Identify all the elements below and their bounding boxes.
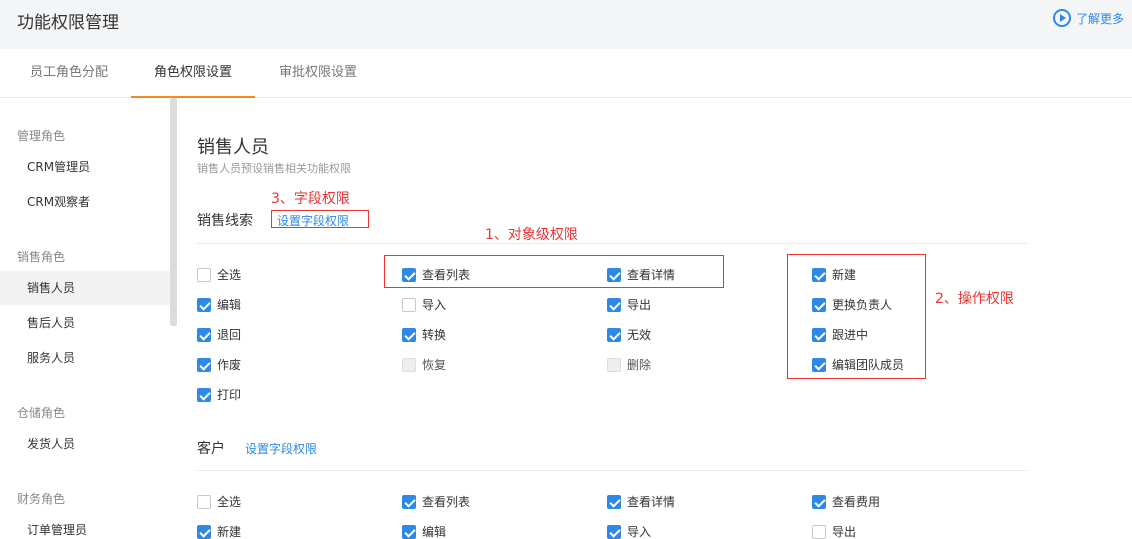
permission-checkbox: 删除 [607,356,651,373]
permission-checkbox[interactable]: 转换 [402,326,446,343]
checkmark-icon [607,327,621,342]
sidebar-item-order-admin[interactable]: 订单管理员 [0,513,170,539]
divider [197,470,1027,471]
permission-checkbox[interactable]: 退回 [197,326,241,343]
sidebar-group-label: 管理角色 [17,129,66,143]
checkmark-icon [402,327,416,342]
permission-label: 删除 [627,358,652,372]
checkmark-icon [402,524,416,539]
annotation-box-operation [787,254,926,379]
permission-checkbox[interactable]: 无效 [607,326,651,343]
sidebar-group-label: 财务角色 [17,492,66,506]
page: 功能权限管理 了解更多 员工角色分配 角色权限设置 审批权限设置 管理角色 CR… [0,0,1132,539]
permission-label: 编辑 [217,298,242,312]
sidebar-group-label: 仓储角色 [17,406,66,420]
tab-employee-role[interactable]: 员工角色分配 [14,49,124,98]
annotation-object-permission: 1、对象级权限 [485,227,578,243]
permission-label: 查看详情 [627,495,676,509]
tab-approval-permission[interactable]: 审批权限设置 [263,49,373,98]
permission-label: 导入 [422,298,447,312]
checkbox-empty-icon [402,357,416,372]
permission-checkbox[interactable]: 新建 [197,523,241,539]
tab-role-permission[interactable]: 角色权限设置 [131,49,255,98]
permission-label: 导出 [627,298,652,312]
permission-label: 查看费用 [832,495,881,509]
checkmark-icon [197,387,211,402]
sidebar-item-service[interactable]: 服务人员 [0,341,170,375]
permission-label: 全选 [217,495,242,509]
page-title: 功能权限管理 [17,13,119,33]
annotation-box-object [384,255,724,288]
annotation-operation-permission: 2、操作权限 [935,291,1014,307]
permission-label: 编辑 [422,525,447,539]
permission-checkbox[interactable]: 打印 [197,386,241,403]
permission-checkbox: 恢复 [402,356,446,373]
checkbox-empty-icon [197,267,211,282]
permission-label: 新建 [217,525,242,539]
play-circle-icon [1052,9,1071,27]
divider [197,243,1027,244]
permission-label: 恢复 [422,358,447,372]
permission-label: 打印 [217,388,242,402]
checkbox-empty-icon [197,494,211,509]
checkmark-icon [197,357,211,372]
checkmark-icon [812,494,826,509]
sidebar-item-after-sales[interactable]: 售后人员 [0,306,170,340]
permission-label: 退回 [217,328,242,342]
checkbox-empty-icon [812,524,826,539]
checkmark-icon [607,494,621,509]
permission-checkbox[interactable]: 导出 [607,296,651,313]
permission-checkbox[interactable]: 查看详情 [607,493,675,510]
permission-label: 查看列表 [422,495,471,509]
permission-panel: 销售人员 销售人员预设销售相关功能权限 销售线索 设置字段权限 全选 查看列表 查看… [177,98,1132,539]
section-title-leads: 销售线索 [197,213,253,229]
permission-checkbox[interactable]: 查看费用 [812,493,880,510]
learn-more-link[interactable]: 了解更多 [1052,9,1124,27]
sidebar-item-crm-admin[interactable]: CRM管理员 [0,150,170,184]
permission-checkbox[interactable]: 作废 [197,356,241,373]
checkmark-icon [607,524,621,539]
permission-checkbox[interactable]: 导出 [812,523,856,539]
annotation-box-field [271,210,369,228]
field-permission-link[interactable]: 设置字段权限 [245,440,317,457]
permission-checkbox[interactable]: 编辑 [402,523,446,539]
role-sidebar: 管理角色 CRM管理员 CRM观察者 销售角色 销售人员 售后人员 服务人员 仓… [0,98,170,539]
permission-checkbox[interactable]: 全选 [197,493,241,510]
permission-label: 作废 [217,358,242,372]
permission-checkbox[interactable]: 导入 [402,296,446,313]
sidebar-item-shipping[interactable]: 发货人员 [0,427,170,461]
role-description: 销售人员预设销售相关功能权限 [197,162,351,175]
permission-checkbox[interactable]: 导入 [607,523,651,539]
checkmark-icon [607,297,621,312]
page-header: 功能权限管理 了解更多 [0,0,1132,49]
checkmark-icon [197,327,211,342]
sidebar-scrollbar[interactable] [170,98,177,326]
checkmark-icon [197,297,211,312]
permission-label: 全选 [217,268,242,282]
checkbox-empty-icon [607,357,621,372]
role-title: 销售人员 [197,137,269,158]
permission-label: 导入 [627,525,652,539]
checkbox-empty-icon [402,297,416,312]
permission-label: 转换 [422,328,447,342]
tab-bar: 员工角色分配 角色权限设置 审批权限设置 [0,49,1132,98]
sidebar-item-crm-observer[interactable]: CRM观察者 [0,185,170,219]
permission-checkbox[interactable]: 查看列表 [402,493,470,510]
section-title-customer: 客户 [197,441,225,457]
checkmark-icon [402,494,416,509]
checkmark-icon [197,524,211,539]
sidebar-group-label: 销售角色 [17,250,66,264]
sidebar-item-sales[interactable]: 销售人员 [0,271,170,305]
permission-checkbox[interactable]: 编辑 [197,296,241,313]
permission-label: 无效 [627,328,652,342]
permission-label: 导出 [832,525,857,539]
learn-more-label: 了解更多 [1075,11,1124,26]
permission-checkbox[interactable]: 全选 [197,266,241,283]
annotation-field-permission: 3、字段权限 [271,191,350,207]
